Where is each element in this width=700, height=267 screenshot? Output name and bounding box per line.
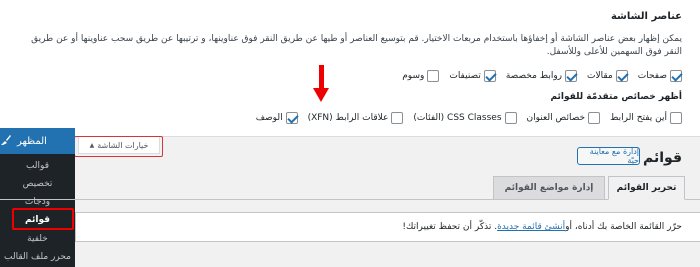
option-label: الوصف (255, 113, 283, 123)
checkbox-custom-links[interactable] (565, 70, 578, 82)
option-posts[interactable]: مقالات (587, 70, 628, 82)
option-css-classes[interactable]: CSS Classes (الفئات) (413, 112, 517, 124)
checkbox-title-attribute[interactable] (588, 112, 601, 124)
option-description[interactable]: الوصف (256, 112, 298, 124)
checkbox-css-classes[interactable] (504, 112, 517, 124)
checkbox-posts[interactable] (615, 70, 628, 82)
option-label: روابط مخصصة (505, 71, 563, 81)
option-label: تصنيفات (449, 71, 481, 81)
screen-options-panel: عناصر الشاشة يمكن إظهار بعض عناصر الشاشة… (0, 0, 700, 137)
checkbox-link-target[interactable] (670, 112, 682, 124)
paintbrush-icon (0, 134, 12, 149)
option-title-attribute[interactable]: خصائص العنوان (527, 112, 601, 124)
checkbox-description[interactable] (285, 112, 298, 124)
annotation-highlight-menus (12, 208, 74, 230)
option-label: علاقات الرابط (XFN) (307, 113, 389, 123)
checkbox-pages[interactable] (670, 70, 682, 82)
option-custom-links[interactable]: روابط مخصصة (505, 70, 578, 82)
notice-prefix: حرّر القائمة الخاصة بك أدناه، أو (565, 222, 682, 232)
sidebar-item-customize[interactable]: تخصيص (0, 179, 75, 189)
sidebar-item-themes[interactable]: قوالب (0, 161, 75, 171)
menu-notice: حرّر القائمة الخاصة بك أدناه، أو أنشئ قا… (75, 212, 700, 242)
option-label: مقالات (587, 71, 613, 81)
option-label: خصائص العنوان (526, 113, 586, 123)
option-tags[interactable]: وسوم (402, 70, 440, 82)
menu-appearance[interactable]: المظهر (0, 128, 75, 154)
option-xfn[interactable]: علاقات الرابط (XFN) (308, 112, 404, 124)
option-label: وسوم (402, 71, 425, 81)
boxes-options: صفحات مقالات روابط مخصصة تصنيفات وسوم (402, 70, 682, 82)
advanced-options: أين يفتح الرابط خصائص العنوان CSS Classe… (256, 112, 682, 124)
notice-suffix: . تذكّر أن تحفظ تغييراتك! (402, 222, 498, 232)
annotation-highlight-toggle (74, 136, 163, 157)
screen-options-title: عناصر الشاشة (610, 11, 682, 22)
option-link-target[interactable]: أين يفتح الرابط (610, 112, 682, 124)
option-pages[interactable]: صفحات (638, 70, 682, 82)
page-title: قوائم (643, 150, 682, 166)
tab-manage-locations[interactable]: إدارة مواضع القوائم (493, 176, 605, 200)
create-new-menu-link[interactable]: أنشئ قائمة جديدة (497, 222, 565, 232)
screen-options-description: يمكن إظهار بعض عناصر الشاشة أو إخفاؤها ب… (31, 34, 682, 57)
option-label: أين يفتح الرابط (610, 113, 667, 123)
option-label: CSS Classes (الفئات) (413, 113, 502, 123)
advanced-properties-title: أظهر خصائص متقدمّة للقوائم (550, 92, 682, 102)
option-label: صفحات (637, 71, 667, 81)
checkbox-xfn[interactable] (391, 112, 404, 124)
sidebar-item-theme-editor[interactable]: محرر ملف القالب (0, 252, 75, 262)
checkbox-categories[interactable] (483, 70, 496, 82)
tab-edit-menus[interactable]: تحرير القوائم (608, 176, 685, 200)
menu-appearance-label: المظهر (17, 135, 47, 147)
manage-with-live-preview-button[interactable]: إدارة مع معاينة حيّة (577, 147, 640, 165)
annotation-arrow-head (313, 88, 329, 102)
option-categories[interactable]: تصنيفات (449, 70, 496, 82)
sidebar-item-background[interactable]: خلفية (0, 234, 75, 244)
admin-sidebar: المظهر قوالب تخصيص ودجات قوائم خلفية محر… (0, 128, 75, 267)
checkbox-tags[interactable] (427, 70, 440, 82)
